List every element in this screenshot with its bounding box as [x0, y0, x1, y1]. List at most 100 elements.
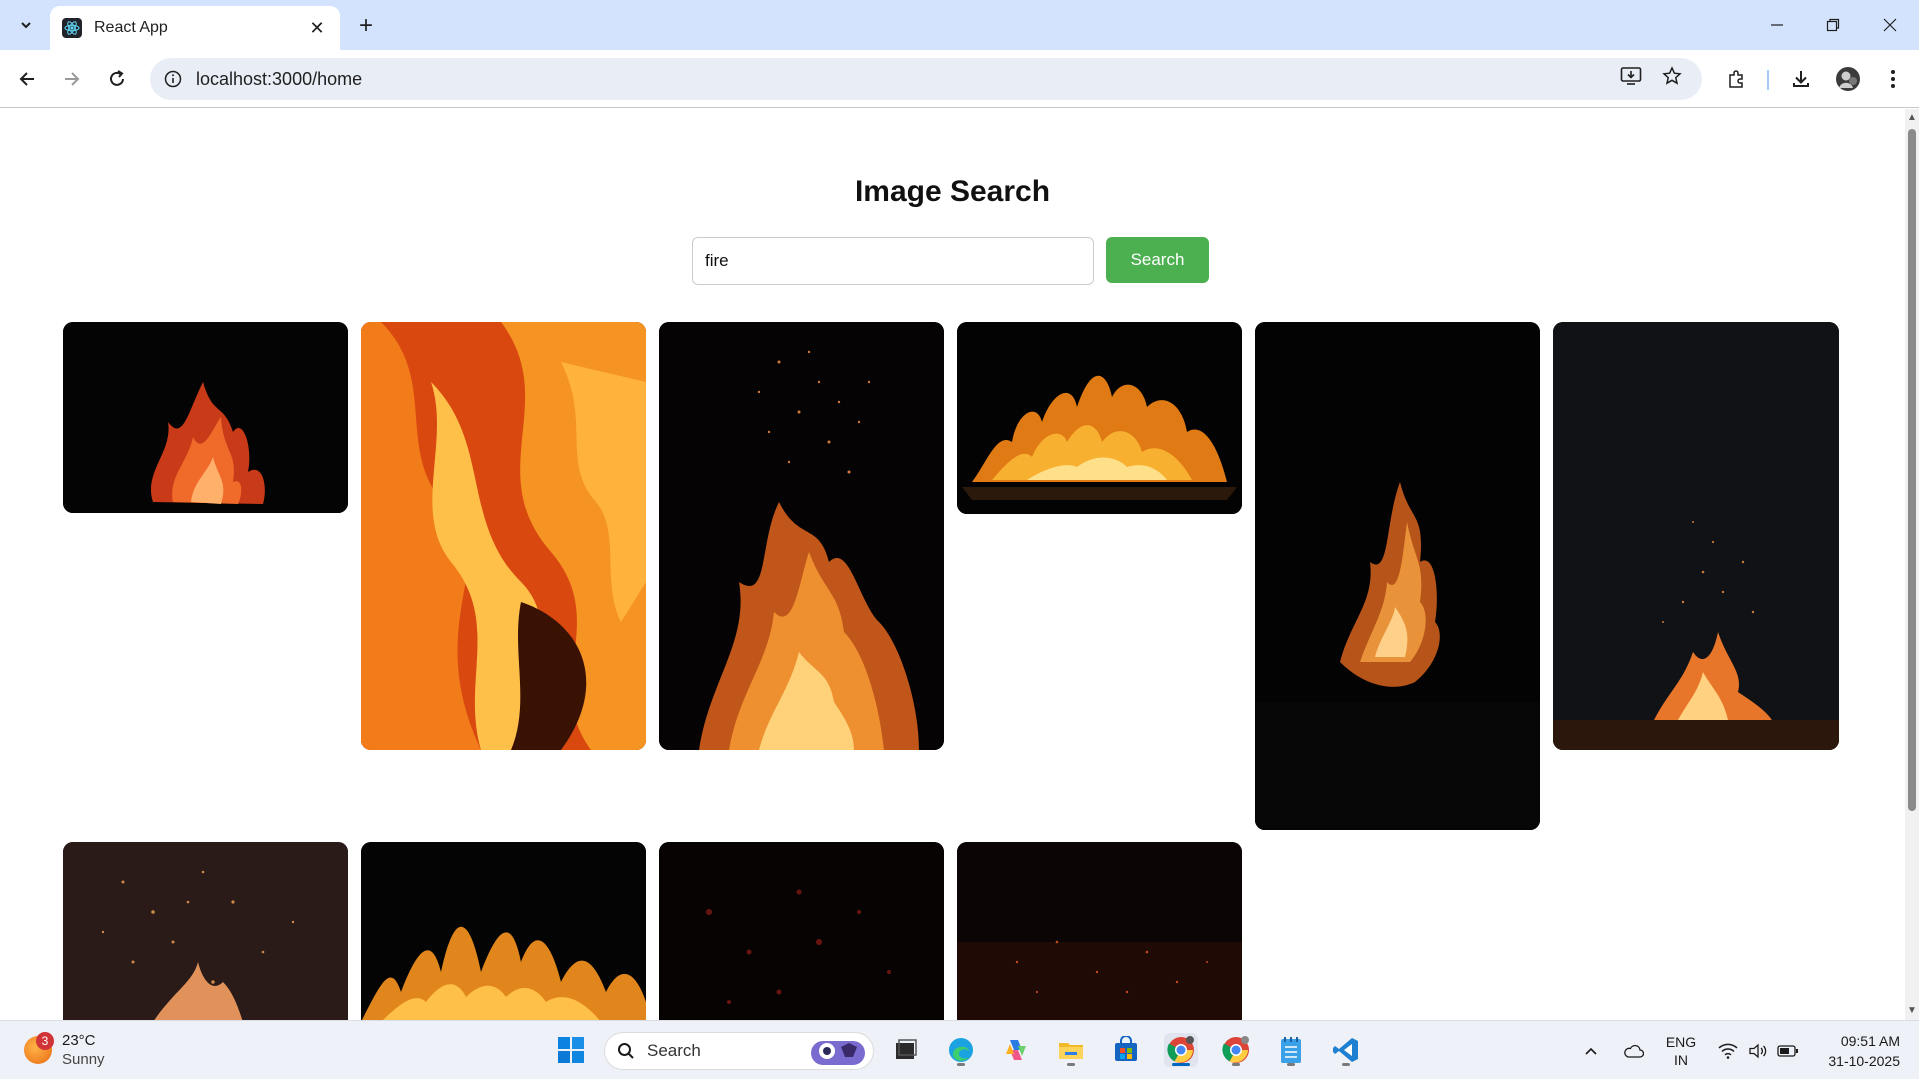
toolbar-divider [1767, 70, 1769, 90]
chrome-icon [1222, 1036, 1249, 1063]
running-indicator [1172, 1063, 1190, 1066]
notepad-app[interactable] [1274, 1033, 1308, 1067]
file-explorer-app[interactable] [1054, 1033, 1088, 1067]
scroll-down-arrow-icon[interactable]: ▼ [1907, 1006, 1917, 1016]
running-indicator [957, 1063, 965, 1066]
install-icon [1620, 67, 1642, 85]
running-indicator [1342, 1063, 1350, 1066]
react-logo-icon [62, 18, 82, 38]
clock-time: 09:51 AM [1840, 1033, 1900, 1049]
chevron-up-icon [1585, 1047, 1597, 1055]
arrow-left-icon [19, 72, 34, 86]
search-button[interactable]: Search [1106, 237, 1209, 283]
lang-line2: IN [1674, 1052, 1688, 1068]
result-image-glowing-embers-sparks[interactable] [63, 842, 348, 1020]
minimize-button[interactable] [1757, 10, 1797, 40]
bookmark-button[interactable] [1655, 59, 1689, 93]
show-hidden-icons-button[interactable] [1578, 1021, 1604, 1079]
url-text: localhost:3000/home [196, 68, 363, 89]
edge-icon [949, 1038, 973, 1062]
close-window-button[interactable] [1870, 10, 1910, 40]
profile-avatar[interactable] [1831, 62, 1865, 96]
result-image-flames-with-sparks[interactable] [659, 322, 944, 750]
sun-icon: 3 [24, 1032, 54, 1064]
star-icon [1662, 66, 1682, 85]
downloads-button[interactable] [1784, 62, 1818, 96]
page-scrollbar[interactable]: ▲ ▼ [1905, 109, 1919, 1020]
avatar-icon [1836, 67, 1860, 91]
puzzle-icon [1729, 70, 1743, 88]
extensions-button[interactable] [1719, 62, 1753, 96]
system-clock[interactable]: 09:51 AM 31-10-2025 [1810, 1031, 1900, 1071]
copilot-app[interactable] [999, 1033, 1033, 1067]
more-vertical-icon [1891, 70, 1895, 88]
reload-button[interactable] [100, 62, 134, 96]
battery-tray[interactable] [1774, 1021, 1802, 1079]
page-title: Image Search [854, 175, 1051, 208]
windows-taskbar: 3 23°C Sunny Search ENG IN 09:51 AM 31-1… [0, 1020, 1919, 1079]
forward-button[interactable] [55, 62, 89, 96]
install-app-button[interactable] [1614, 59, 1648, 93]
wifi-icon [1718, 1043, 1738, 1059]
download-icon [1793, 71, 1809, 87]
running-indicator [1232, 1063, 1240, 1066]
windows-logo-icon [558, 1037, 584, 1063]
chrome-app-active[interactable] [1164, 1033, 1198, 1067]
store-icon [1115, 1036, 1137, 1061]
copilot-icon [1006, 1040, 1026, 1060]
page-content: Image Search Search [0, 109, 1905, 1020]
notepad-icon [1281, 1037, 1301, 1063]
site-info-icon[interactable] [164, 70, 182, 88]
onedrive-tray[interactable] [1618, 1021, 1648, 1079]
tab-search-dropdown-button[interactable] [10, 10, 42, 40]
chrome-icon [1167, 1036, 1194, 1063]
network-tray[interactable] [1714, 1021, 1742, 1079]
scrollbar-thumb[interactable] [1908, 129, 1916, 811]
browser-toolbar: localhost:3000/home [0, 50, 1919, 108]
weather-desc: Sunny [62, 1051, 105, 1068]
new-tab-button[interactable]: + [352, 12, 380, 40]
result-image-wide-flame-on-grate[interactable] [957, 322, 1242, 514]
search-input[interactable] [692, 237, 1094, 285]
arrow-right-icon [65, 72, 80, 86]
result-image-orange-flame-closeup[interactable] [361, 322, 646, 750]
search-highlight-icon [811, 1041, 865, 1065]
browser-tab[interactable]: React App ✕ [50, 6, 340, 50]
result-image-distant-bonfire-sparks[interactable] [1553, 322, 1839, 750]
input-language-indicator[interactable]: ENG IN [1664, 1033, 1698, 1069]
taskbar-search-box[interactable]: Search [604, 1032, 874, 1070]
start-button[interactable] [554, 1033, 588, 1067]
running-indicator [1287, 1063, 1295, 1066]
weather-badge: 3 [36, 1032, 54, 1050]
clock-date: 31-10-2025 [1828, 1053, 1900, 1069]
volume-tray[interactable] [1744, 1021, 1772, 1079]
search-icon [618, 1043, 634, 1059]
weather-widget[interactable]: 3 23°C Sunny [24, 1031, 105, 1069]
battery-icon [1777, 1044, 1798, 1057]
ms-store-app[interactable] [1109, 1033, 1143, 1067]
back-button[interactable] [10, 62, 44, 96]
lang-line1: ENG [1665, 1034, 1697, 1050]
result-image-floating-embers-dark[interactable] [957, 842, 1242, 1020]
vscode-icon [1333, 1038, 1358, 1062]
vscode-app[interactable] [1329, 1033, 1363, 1067]
result-image-row-of-flames[interactable] [361, 842, 646, 1020]
edge-app[interactable] [944, 1033, 978, 1067]
result-image-dark-red-bokeh-embers[interactable] [659, 842, 944, 1020]
reload-icon [110, 70, 124, 86]
chrome-menu-button[interactable] [1876, 62, 1910, 96]
task-view-icon [896, 1039, 917, 1059]
weather-temp: 23°C [62, 1032, 96, 1049]
task-view-button[interactable] [889, 1033, 923, 1067]
folder-icon [1059, 1043, 1083, 1059]
chrome-app-profile[interactable] [1219, 1033, 1253, 1067]
result-image-campfire-small-red-flames[interactable] [63, 322, 348, 513]
restore-button[interactable] [1813, 10, 1853, 40]
browser-title-bar: React App ✕ + [0, 0, 1919, 50]
close-tab-icon[interactable]: ✕ [306, 17, 328, 39]
cloud-icon [1624, 1044, 1644, 1058]
tab-title: React App [94, 19, 168, 36]
result-image-tall-bonfire-flame[interactable] [1255, 322, 1540, 830]
address-bar[interactable]: localhost:3000/home [150, 58, 1702, 100]
scroll-up-arrow-icon[interactable]: ▲ [1907, 113, 1917, 123]
